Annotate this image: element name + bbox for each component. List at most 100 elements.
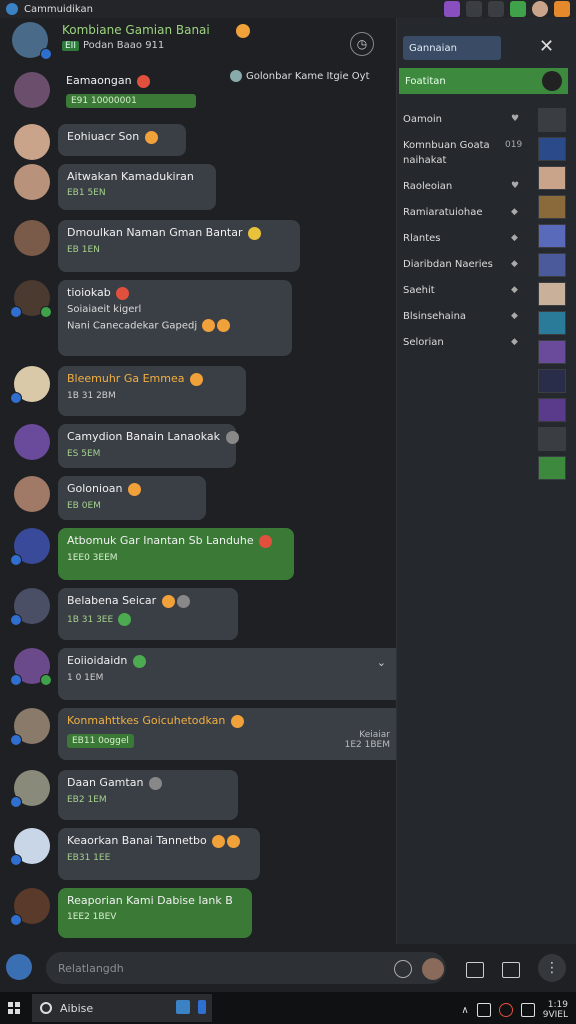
member-avatar[interactable]	[538, 427, 566, 451]
emoji-icon	[217, 318, 231, 332]
member-avatar[interactable]	[538, 137, 566, 161]
clock-icon[interactable]	[394, 960, 412, 978]
member-avatar[interactable]	[538, 340, 566, 364]
message-text: Daan Gamtan	[67, 776, 144, 789]
help-icon[interactable]	[466, 1, 482, 17]
game-icon[interactable]	[444, 1, 460, 17]
shield-icon[interactable]: ◆	[511, 285, 518, 295]
user-avatar[interactable]	[6, 954, 32, 980]
sidebar-item-label: Komnbuan Goata	[403, 140, 490, 151]
message-bubble[interactable]: Keaorkan Banai Tannetbo EB31 1EE	[58, 828, 260, 880]
member-avatar[interactable]	[538, 195, 566, 219]
side-time: 1E2 1BEM	[344, 740, 390, 750]
message-text: Eamaongan	[66, 74, 132, 87]
profile-avatar[interactable]	[532, 1, 548, 17]
emoji-icon	[176, 594, 190, 608]
message-time: EB1 5EN	[67, 188, 106, 198]
member-avatar[interactable]	[538, 224, 566, 248]
message-bubble[interactable]: Daan Gamtan EB2 1EM	[58, 770, 238, 820]
chevron-up-icon[interactable]: ∧	[461, 1005, 468, 1016]
avatar[interactable]	[14, 424, 50, 460]
clock[interactable]: 1:19 9VIEL	[543, 1000, 568, 1020]
message-bubble[interactable]: Camydion Banain Lanaokak ES 5EM	[58, 424, 239, 468]
avatar[interactable]	[14, 164, 50, 200]
sticker-icon[interactable]	[502, 962, 520, 978]
chevron-down-icon[interactable]: ⌄	[377, 656, 386, 669]
message-bubble[interactable]: Eamaongan E91 10000001	[58, 72, 204, 110]
sidebar-item[interactable]: Rlantes	[403, 233, 518, 244]
member-avatar[interactable]	[538, 108, 566, 132]
emoji-icon	[137, 74, 151, 88]
shield-icon[interactable]: ◆	[511, 233, 518, 243]
start-icon[interactable]	[8, 1002, 20, 1014]
shield-icon[interactable]: ◆	[511, 259, 518, 269]
volume-icon[interactable]	[520, 1003, 535, 1017]
shield-icon[interactable]: ◆	[511, 311, 518, 321]
member-avatar[interactable]	[538, 253, 566, 277]
member-avatar[interactable]	[538, 282, 566, 306]
sidebar-item[interactable]: Saehit	[403, 285, 518, 296]
shield-icon[interactable]: ◆	[511, 207, 518, 217]
chat-icon[interactable]	[510, 1, 526, 17]
message-bubble[interactable]: Atbomuk Gar Inantan Sb Landuhe 1EE0 3EEM	[58, 528, 294, 580]
verified-icon	[40, 48, 52, 60]
message-input[interactable]: Relatlangdh	[46, 952, 446, 984]
message-bubble[interactable]: Eoiioidaidn 1 0 1EM	[58, 648, 396, 700]
verified-icon	[10, 306, 22, 318]
side-label: Keiaiar	[359, 730, 390, 740]
message-bubble[interactable]: Golonioan EB 0EM	[58, 476, 206, 520]
notification-icon[interactable]	[554, 1, 570, 17]
shield-icon[interactable]: ◆	[511, 337, 518, 347]
avatar[interactable]	[14, 476, 50, 512]
message-bubble[interactable]: Reaporian Kami Dabise Iank B 1EE2 1BEV	[58, 888, 252, 938]
close-icon[interactable]: ✕	[539, 36, 554, 57]
heart-icon[interactable]: ♥	[511, 114, 519, 124]
sidebar-item[interactable]: Diaribdan Naeries	[403, 259, 518, 270]
avatar[interactable]	[14, 72, 50, 108]
sidebar-item[interactable]: Raoleoian	[403, 181, 518, 192]
more-icon[interactable]: ⋮	[538, 954, 566, 982]
sidebar-item[interactable]: Komnbuan Goata naihakat	[403, 140, 518, 166]
sidebar-item-value: 019	[505, 140, 523, 150]
message-text: Eoiioidaidn	[67, 654, 128, 667]
member-avatar[interactable]	[538, 456, 566, 480]
sidebar-item[interactable]: Oamoin	[403, 114, 518, 125]
member-thumbnails	[538, 108, 566, 485]
sidebar-item-label: Saehit	[403, 285, 435, 296]
sidebar-item-active[interactable]: Foatitan	[399, 68, 568, 94]
message-time: EB 0EM	[67, 500, 101, 511]
message-bubble[interactable]: Dmoulkan Naman Gman Bantar EB 1EN	[58, 220, 300, 272]
app-icon[interactable]	[198, 1000, 206, 1014]
verified-icon	[10, 734, 22, 746]
explorer-icon[interactable]	[176, 1000, 190, 1014]
message-bubble[interactable]: Bleemuhr Ga Emmea 1B 31 2BM	[58, 366, 246, 416]
sidebar-item[interactable]: Ramiaratuiohae	[403, 207, 518, 218]
message-bubble[interactable]: Aitwakan Kamadukiran EB1 5EN	[58, 164, 216, 210]
network-icon[interactable]	[476, 1003, 491, 1017]
sidebar-item[interactable]: Blsinsehaina	[403, 311, 518, 322]
pinned-text: Golonbar Kame Itgie Oyt	[246, 70, 370, 82]
record-icon[interactable]	[498, 1003, 513, 1017]
message-text: Reaporian Kami Dabise Iank B	[67, 894, 233, 907]
verified-icon	[10, 554, 22, 566]
heart-icon[interactable]: ♥	[511, 181, 519, 191]
member-avatar[interactable]	[538, 166, 566, 190]
member-avatar[interactable]	[538, 398, 566, 422]
sidebar-item[interactable]: Selorian	[403, 337, 518, 348]
gif-icon[interactable]	[466, 962, 484, 978]
clock-icon[interactable]: ◷	[350, 32, 374, 56]
pinned-message[interactable]: Golonbar Kame Itgie Oyt	[230, 70, 370, 82]
emoji-icon	[202, 318, 216, 332]
message-bubble[interactable]: tioiokab Soiaiaeit kigerl Nani Canecadek…	[58, 280, 292, 356]
member-avatar[interactable]	[538, 311, 566, 335]
member-avatar[interactable]	[538, 369, 566, 393]
message-bubble[interactable]: Eohiuacr Son	[58, 124, 186, 156]
profile-avatar[interactable]	[422, 958, 444, 980]
message-bubble[interactable]: Belabena Seicar 1B 31 3EE	[58, 588, 238, 640]
inbox-icon[interactable]	[488, 1, 504, 17]
sidebar-search-input[interactable]: Gannaian	[403, 36, 501, 60]
header-badge: EII	[62, 41, 79, 51]
avatar[interactable]	[14, 220, 50, 256]
message-text: Belabena Seicar	[67, 594, 157, 607]
avatar[interactable]	[14, 124, 50, 160]
